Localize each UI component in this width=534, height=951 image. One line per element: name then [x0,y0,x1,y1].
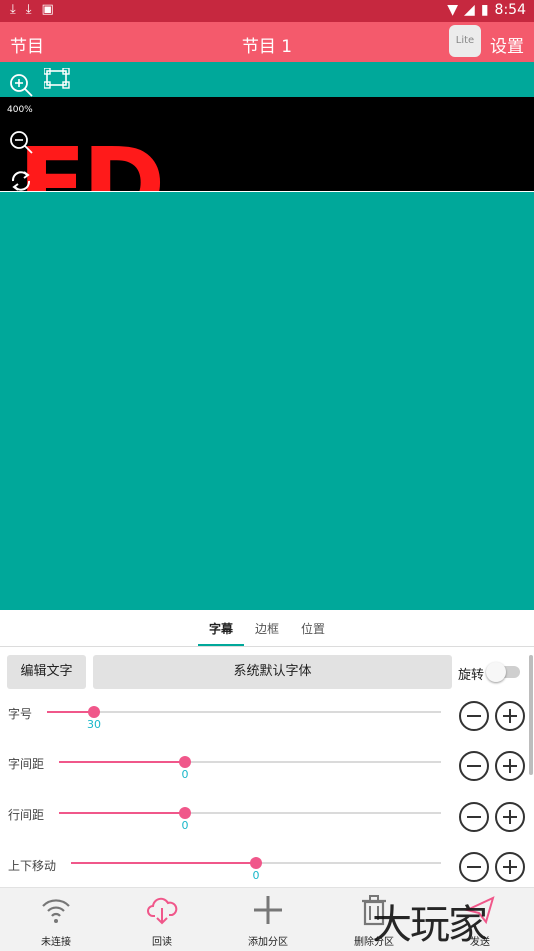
slider-label: 上下移动 [8,859,57,873]
tab-position[interactable]: 位置 [301,620,325,637]
download-icon: ⤓ [10,2,16,17]
zoom-in-icon[interactable] [8,72,34,98]
battery-icon: ▮ [480,2,489,18]
slider-thumb[interactable] [88,706,100,718]
decrease-button[interactable] [459,701,489,731]
edit-text-button[interactable]: 编辑文字 [7,655,86,689]
decrease-button[interactable] [459,802,489,832]
slider-value: 0 [181,819,189,832]
nav-connection[interactable]: 未连接 [3,888,109,951]
wifi-icon [42,899,70,923]
lite-button[interactable]: Lite [449,25,481,57]
zoom-out-icon[interactable] [8,129,34,155]
tab-border[interactable]: 边框 [255,620,279,637]
nav-label: 回读 [152,937,172,948]
wifi-icon: ▼ [447,2,459,18]
nav-label: 未连接 [41,937,71,948]
cloud-download-icon [147,897,178,925]
slider-thumb[interactable] [250,857,262,869]
decrease-button[interactable] [459,751,489,781]
image-icon: ▣ [41,2,54,17]
select-area-icon[interactable] [44,68,70,90]
settings-button[interactable]: 设置 [490,32,524,57]
slider-thumb[interactable] [179,807,191,819]
font-size-slider[interactable] [47,706,441,718]
refresh-icon[interactable] [9,169,33,191]
led-preview[interactable]: 400% ED [0,97,534,191]
slider-label: 字号 [8,707,33,721]
plus-icon [254,896,282,924]
watermark: 大玩家 [372,902,488,948]
status-bar: ⤓ ⤓ ▣ ▼ ◢ ▮ 8:54 [0,0,534,22]
tab-bar: 字幕 边框 位置 [0,610,534,647]
tab-indicator [198,644,244,646]
increase-button[interactable] [495,701,525,731]
app-bar: 节目 节目 1 Lite 设置 [0,22,534,62]
slider-value: 0 [252,869,260,882]
char-spacing-slider[interactable] [59,756,441,768]
slider-thumb[interactable] [179,756,191,768]
slider-fill [59,761,185,763]
rotate-label: 旋转 [458,668,485,683]
slider-fill [59,812,185,814]
slider-fill [47,711,94,713]
rotate-toggle[interactable] [486,662,520,682]
nav-add-zone[interactable]: 添加分区 [215,888,321,951]
slider-value: 0 [181,768,189,781]
led-text: ED [18,126,161,191]
line-spacing-slider[interactable] [59,807,441,819]
slider-value: 30 [87,718,101,731]
nav-readback[interactable]: 回读 [109,888,215,951]
slider-fill [71,862,256,864]
signal-icon: ◢ [464,2,475,18]
slider-label: 行间距 [8,808,45,822]
font-select-button[interactable]: 系统默认字体 [93,655,452,689]
scrollbar[interactable] [529,655,533,775]
increase-button[interactable] [495,751,525,781]
editing-canvas[interactable] [0,192,534,610]
slider-label: 字间距 [8,757,45,771]
vertical-offset-slider[interactable] [71,857,441,869]
led-preview-canvas: ED [18,126,165,191]
clock: 8:54 [494,2,526,18]
download-icon: ⤓ [25,2,32,17]
decrease-button[interactable] [459,852,489,882]
toggle-knob [486,662,506,682]
tool-row [0,62,534,98]
tab-subtitle[interactable]: 字幕 [209,620,233,637]
increase-button[interactable] [495,802,525,832]
controls-panel: 编辑文字 系统默认字体 旋转 字号 30 字间距 0 行间距 0 上下移动 0 [0,647,534,887]
increase-button[interactable] [495,852,525,882]
nav-label: 添加分区 [248,937,288,948]
